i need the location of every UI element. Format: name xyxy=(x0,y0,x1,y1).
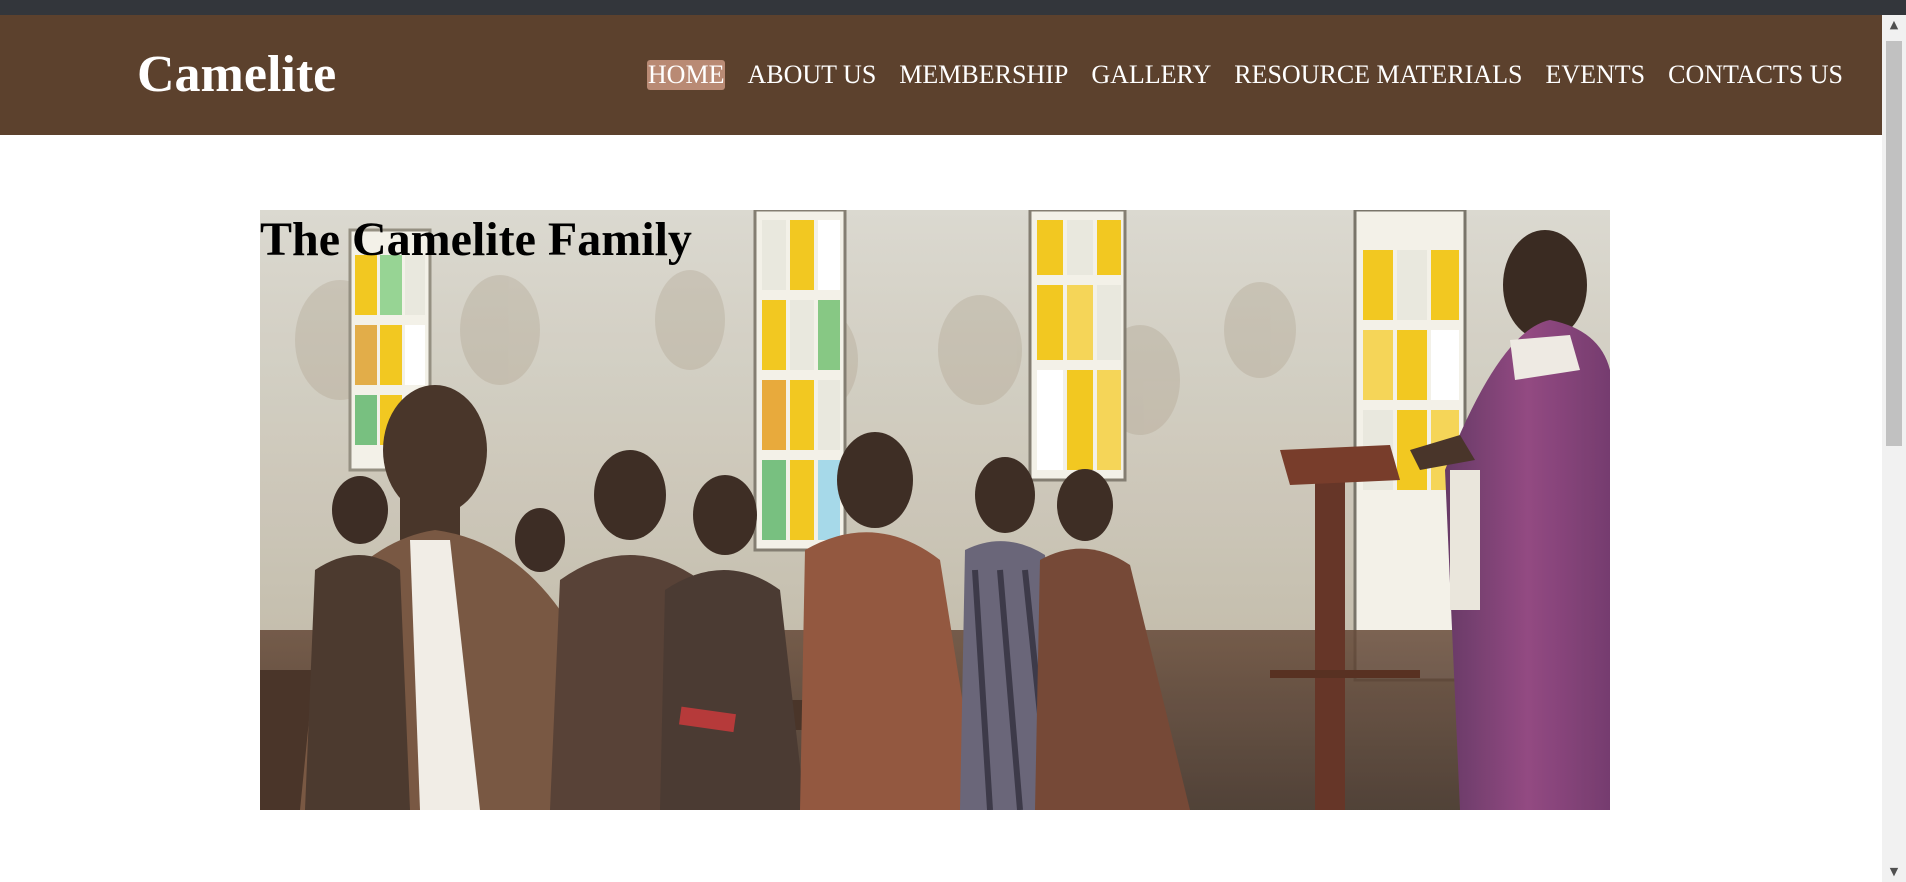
nav-contacts-us[interactable]: CONTACTS US xyxy=(1667,60,1844,90)
site-header: Camelite HOME ABOUT US MEMBERSHIP GALLER… xyxy=(0,15,1882,135)
nav-gallery[interactable]: GALLERY xyxy=(1090,60,1212,90)
nav-events[interactable]: EVENTS xyxy=(1544,60,1646,90)
site-logo[interactable]: Camelite xyxy=(137,45,336,105)
nav-membership[interactable]: MEMBERSHIP xyxy=(898,60,1069,90)
triangle-up-icon[interactable]: ▲ xyxy=(1882,15,1906,35)
hero-title: The Camelite Family xyxy=(260,213,692,266)
page-scrollbar[interactable]: ▲ ▼ xyxy=(1882,15,1906,882)
triangle-down-icon[interactable]: ▼ xyxy=(1882,862,1906,882)
hero-photo xyxy=(260,210,1610,810)
main-nav: HOME ABOUT US MEMBERSHIP GALLERY RESOURC… xyxy=(646,60,1844,90)
nav-about-us[interactable]: ABOUT US xyxy=(746,60,877,90)
hero-banner: The Camelite Family xyxy=(260,210,1610,810)
scrollbar-thumb[interactable] xyxy=(1886,41,1902,446)
browser-top-strip xyxy=(0,0,1906,15)
nav-resource-materials[interactable]: RESOURCE MATERIALS xyxy=(1233,60,1523,90)
nav-home[interactable]: HOME xyxy=(646,60,726,90)
